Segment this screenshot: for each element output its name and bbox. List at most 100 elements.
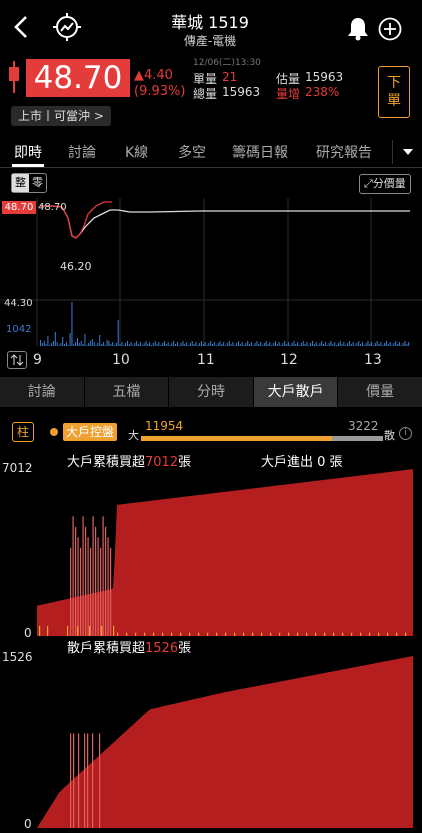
volume-bar (313, 344, 315, 346)
volume-bar (114, 345, 115, 346)
tab-discussion[interactable]: 討論 (68, 142, 96, 162)
volume-bar (382, 345, 384, 346)
back-button[interactable] (10, 14, 34, 40)
chevron-left-icon (14, 16, 27, 38)
volume-bar (328, 343, 330, 346)
volume-bar (99, 335, 101, 346)
volume-bar (400, 345, 402, 346)
volume-bar (121, 342, 123, 346)
spike-bar (110, 547, 112, 636)
volume-bar (204, 342, 206, 346)
volume-bar (347, 343, 349, 346)
spike-bar (297, 632, 299, 636)
subtab-price-volume[interactable]: 價量 (338, 377, 422, 407)
retail-cumulative-chart (37, 656, 413, 828)
subtab-five-levels[interactable]: 五檔 (85, 377, 170, 407)
volume-increase: 238% (305, 85, 340, 99)
price-volume-button[interactable]: ⤢分價量 (359, 174, 411, 194)
volume-bar (262, 345, 263, 346)
volume-bar (228, 341, 230, 346)
volume-bar (282, 343, 284, 346)
volume-bar (360, 344, 362, 346)
subtab-discussion[interactable]: 討論 (0, 377, 85, 407)
volume-bar (165, 344, 167, 346)
tab-realtime[interactable]: 即時 (14, 142, 42, 162)
volume-bar (88, 343, 90, 346)
volume-bar (69, 333, 71, 346)
spike-bar (105, 526, 107, 636)
spike-bar (144, 632, 146, 636)
price-label: 48.70 (38, 202, 67, 213)
expand-icon: ⤢ (364, 177, 373, 190)
volume-bar (180, 343, 182, 346)
volume-bar (145, 341, 147, 346)
volume-bar (299, 345, 300, 346)
spike-bar (73, 733, 75, 828)
spike-bar (189, 632, 191, 636)
big-label: 大 (128, 429, 139, 442)
subtab-time-sales[interactable]: 分時 (169, 377, 254, 407)
volume-bar (223, 342, 225, 346)
alert-button[interactable] (345, 16, 371, 42)
caret-down-icon (403, 149, 413, 155)
volume-bar (373, 345, 374, 346)
market-tag[interactable]: 上市丨可當沖 > (11, 106, 111, 126)
volume-bar (217, 343, 219, 346)
bell-icon (348, 18, 368, 41)
spike-bar (92, 516, 94, 636)
mode-toggle[interactable]: 整 零 (11, 173, 47, 193)
volume-bar (247, 341, 249, 346)
spike-bar (117, 632, 119, 636)
spike-bar (92, 733, 94, 828)
stock-title: 華城 1519 (171, 13, 249, 32)
chart2-prefix: 散戶累積買超 (67, 641, 146, 656)
mode-odd[interactable]: 零 (29, 174, 46, 192)
tab-longshort[interactable]: 多空 (178, 142, 206, 162)
volume-bar (284, 341, 286, 346)
tab-kline[interactable]: K線 (125, 142, 148, 162)
spike-bar (39, 625, 41, 636)
volume-bar (213, 342, 215, 346)
spike-bar (97, 537, 99, 636)
volume-bar (110, 344, 112, 346)
volume-bar (365, 343, 367, 346)
volume-bar (206, 345, 208, 346)
volume-bar (354, 345, 356, 346)
volume-bar (278, 342, 280, 346)
control-badge: 大戶控盤 (63, 423, 118, 441)
order-button[interactable]: 下單 (378, 66, 410, 118)
volume-bar (208, 343, 210, 346)
sort-toggle-button[interactable] (7, 351, 27, 369)
info-button[interactable]: i (399, 427, 412, 440)
tab-research[interactable]: 研究報告 (316, 142, 372, 162)
spike-bar (135, 632, 137, 636)
more-tabs-button[interactable] (392, 140, 422, 164)
chart2-suffix: 張 (178, 641, 192, 656)
spike-bar (80, 547, 82, 636)
volume-max-label: 44.30 (4, 298, 33, 309)
mode-whole[interactable]: 整 (12, 174, 29, 192)
volume-bar (273, 343, 275, 346)
spike-bar (101, 625, 103, 636)
subtab-big-retail[interactable]: 大戶散戶 (253, 377, 339, 407)
volume-bar (197, 345, 199, 346)
trend-button[interactable] (52, 12, 82, 42)
spike-bar (360, 632, 362, 636)
volume-bar (104, 345, 106, 346)
volume-bar (219, 341, 221, 346)
column-button[interactable]: 柱 (12, 422, 34, 442)
spike-bar (87, 733, 89, 828)
retail-label: 散 (384, 429, 395, 442)
volume-bar (210, 341, 212, 346)
add-watchlist-button[interactable] (377, 16, 403, 42)
volume-bar (193, 344, 195, 346)
volume-bar (226, 343, 228, 346)
volume-bar (391, 345, 393, 346)
volume-bar (178, 345, 180, 346)
spike-bar (102, 516, 104, 636)
volume-bar (78, 343, 80, 346)
tab-chips-daily[interactable]: 籌碼日報 (232, 142, 288, 162)
plus-circle-icon (378, 17, 402, 41)
volume-bar (402, 343, 404, 346)
volume-bar (358, 341, 360, 346)
